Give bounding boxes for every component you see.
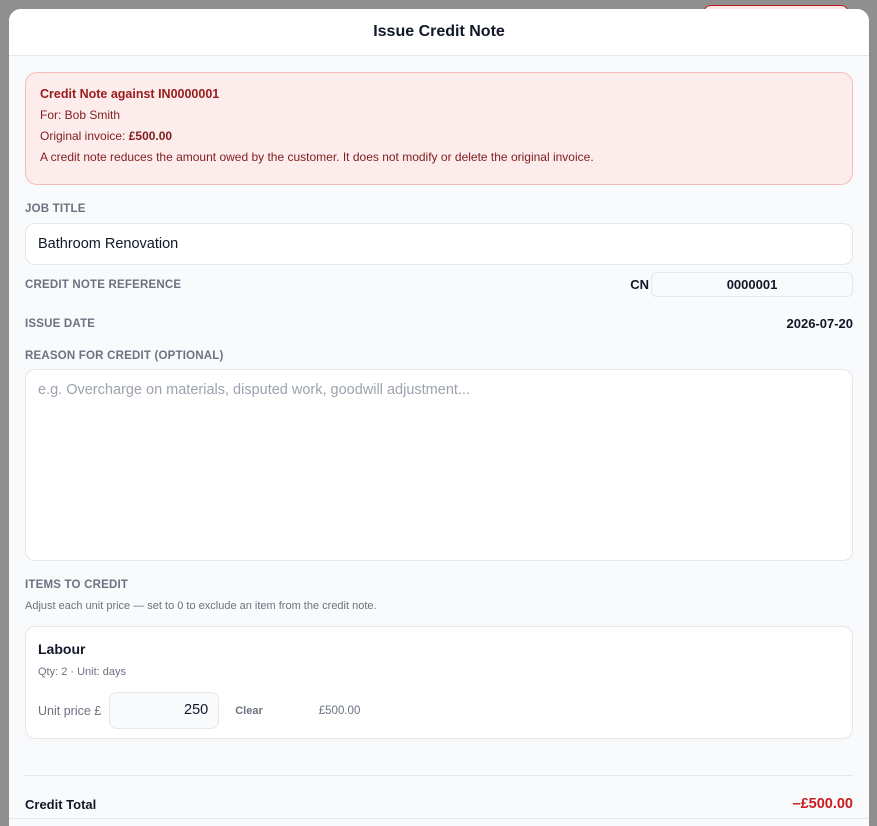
issue-date-value[interactable]: 2026-07-20	[787, 316, 854, 331]
reason-label: REASON FOR CREDIT (OPTIONAL)	[25, 350, 224, 362]
original-invoice-label: Original invoice:	[40, 129, 126, 143]
item-name: Labour	[38, 641, 86, 657]
footer-divider	[9, 818, 869, 819]
credit-total-value: –£500.00	[792, 796, 853, 812]
reference-group: CN 0000001	[630, 272, 853, 297]
reference-prefix: CN	[630, 277, 649, 292]
modal-header: Issue Credit Note	[9, 9, 869, 56]
modal-title: Issue Credit Note	[373, 23, 505, 40]
credit-item-card: Labour Qty: 2 · Unit: days Unit price £ …	[25, 626, 853, 739]
issue-date-label: ISSUE DATE	[25, 317, 96, 330]
alert-title: Credit Note against IN0000001	[40, 87, 220, 101]
job-title-input[interactable]: Bathroom Renovation	[25, 223, 853, 265]
reference-input[interactable]: 0000001	[651, 272, 853, 297]
credit-total-label: Credit Total	[25, 796, 97, 812]
items-hint: Adjust each unit price — set to 0 to exc…	[25, 600, 377, 612]
credit-note-alert: Credit Note against IN0000001 For: Bob S…	[25, 72, 853, 185]
modal-body: Credit Note against IN0000001 For: Bob S…	[9, 56, 869, 812]
items-label: ITEMS TO CREDIT	[25, 579, 129, 591]
issue-date-row: ISSUE DATE 2026-07-20	[25, 316, 853, 331]
unit-price-input[interactable]: 250	[109, 692, 220, 729]
reason-textarea[interactable]: e.g. Overcharge on materials, disputed w…	[25, 369, 853, 561]
original-invoice-amount: £500.00	[128, 129, 173, 143]
alert-customer: For: Bob Smith	[40, 108, 121, 122]
total-row: Credit Total –£500.00	[25, 796, 853, 812]
total-divider	[25, 775, 853, 776]
alert-note: A credit note reduces the amount owed by…	[40, 150, 594, 164]
credit-note-modal: Issue Credit Note Credit Note against IN…	[9, 9, 869, 826]
unit-price-row: Unit price £ 250 Clear £500.00	[38, 692, 840, 729]
item-meta: Qty: 2 · Unit: days	[38, 666, 127, 678]
alert-original-invoice: Original invoice: £500.00	[40, 129, 838, 143]
job-title-label: JOB TITLE	[25, 203, 86, 215]
unit-price-label: Unit price £	[38, 703, 102, 718]
item-line-total: £500.00	[318, 704, 361, 717]
reference-label: CREDIT NOTE REFERENCE	[25, 278, 182, 291]
clear-button[interactable]: Clear	[235, 705, 263, 717]
reference-row: CREDIT NOTE REFERENCE CN 0000001	[25, 272, 853, 297]
